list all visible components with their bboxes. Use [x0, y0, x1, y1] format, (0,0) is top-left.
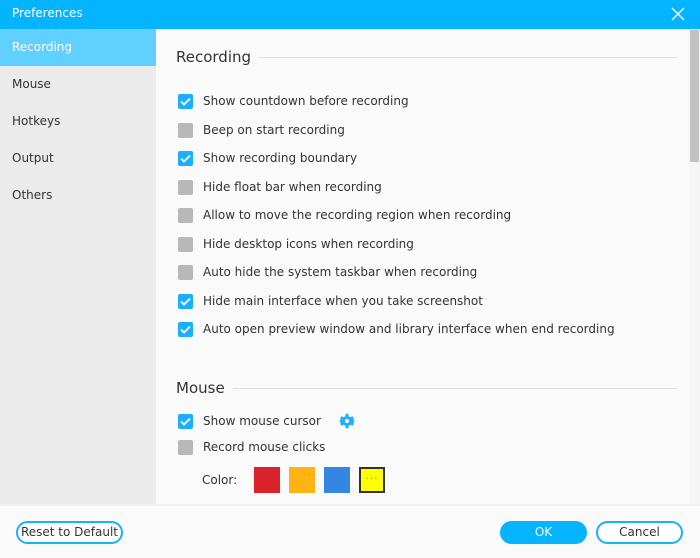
checkbox[interactable]	[178, 439, 193, 455]
checkmark-icon	[180, 297, 191, 306]
window-title: Preferences	[12, 6, 83, 20]
checkmark-icon	[180, 417, 191, 426]
option-label: Show countdown before recording	[203, 94, 409, 108]
checkbox[interactable]	[178, 413, 193, 429]
recording-option[interactable]: Hide main interface when you take screen…	[178, 292, 483, 310]
option-label: Hide desktop icons when recording	[203, 237, 414, 251]
recording-option[interactable]: Auto open preview window and library int…	[178, 320, 615, 338]
recording-option[interactable]: Show countdown before recording	[178, 92, 409, 110]
checkmark-icon	[180, 325, 191, 334]
option-label: Hide float bar when recording	[203, 180, 382, 194]
ok-button[interactable]: OK	[500, 521, 587, 544]
checkmark-icon	[180, 154, 191, 163]
recording-option[interactable]: Auto hide the system taskbar when record…	[178, 263, 477, 281]
settings-content: Recording Show countdown before recordin…	[156, 29, 700, 504]
option-label: Record mouse clicks	[203, 440, 326, 454]
close-icon[interactable]	[670, 6, 686, 22]
checkbox[interactable]	[178, 122, 193, 138]
dialog-footer: Reset to Default OK Cancel	[0, 504, 700, 558]
sidebar-item-recording[interactable]: Recording	[0, 29, 156, 66]
checkbox[interactable]	[178, 150, 193, 166]
color-swatch-orange[interactable]	[289, 467, 316, 493]
sidebar-item-others[interactable]: Others	[0, 177, 156, 214]
sidebar-item-output[interactable]: Output	[0, 140, 156, 177]
scrollbar-thumb[interactable]	[690, 30, 699, 162]
recording-option[interactable]: Hide float bar when recording	[178, 178, 382, 196]
checkbox[interactable]	[178, 293, 193, 309]
cancel-button[interactable]: Cancel	[596, 521, 683, 544]
record-mouse-clicks-option[interactable]: Record mouse clicks	[178, 438, 325, 456]
recording-option[interactable]: Beep on start recording	[178, 121, 345, 139]
option-label: Beep on start recording	[203, 123, 345, 137]
gear-icon[interactable]	[339, 413, 355, 429]
click-color-row: Color: ···	[202, 467, 394, 493]
checkbox[interactable]	[178, 236, 193, 252]
recording-section-header: Recording	[176, 48, 678, 66]
checkbox[interactable]	[178, 207, 193, 223]
recording-option[interactable]: Show recording boundary	[178, 149, 357, 167]
reset-to-default-button[interactable]: Reset to Default	[16, 521, 123, 544]
checkbox[interactable]	[178, 93, 193, 109]
title-bar: Preferences	[0, 0, 700, 29]
show-mouse-cursor-option[interactable]: Show mouse cursor	[178, 412, 355, 430]
vertical-scrollbar[interactable]	[689, 29, 700, 504]
color-label: Color:	[202, 473, 238, 487]
section-divider	[232, 387, 678, 389]
recording-option[interactable]: Hide desktop icons when recording	[178, 235, 414, 253]
option-label: Show mouse cursor	[203, 414, 321, 428]
option-label: Allow to move the recording region when …	[203, 208, 512, 222]
option-label: Show recording boundary	[203, 151, 358, 165]
color-swatch-blue[interactable]	[324, 467, 351, 493]
color-swatch-red[interactable]	[254, 467, 281, 493]
preferences-window: Preferences Recording Mouse Hotkeys Outp…	[0, 0, 700, 558]
checkbox[interactable]	[178, 179, 193, 195]
option-label: Hide main interface when you take screen…	[203, 294, 483, 308]
checkmark-icon	[180, 97, 191, 106]
option-label: Auto open preview window and library int…	[203, 322, 615, 336]
sidebar-item-hotkeys[interactable]: Hotkeys	[0, 103, 156, 140]
color-swatch-custom[interactable]: ···	[359, 467, 386, 493]
sidebar: Recording Mouse Hotkeys Output Others	[0, 29, 156, 504]
recording-option[interactable]: Allow to move the recording region when …	[178, 206, 511, 224]
checkbox[interactable]	[178, 321, 193, 337]
mouse-section-header: Mouse	[176, 379, 678, 397]
recording-heading: Recording	[176, 48, 252, 66]
checkbox[interactable]	[178, 264, 193, 280]
option-label: Auto hide the system taskbar when record…	[203, 265, 478, 279]
sidebar-item-mouse[interactable]: Mouse	[0, 66, 156, 103]
mouse-heading: Mouse	[176, 379, 225, 397]
section-divider	[259, 56, 678, 58]
